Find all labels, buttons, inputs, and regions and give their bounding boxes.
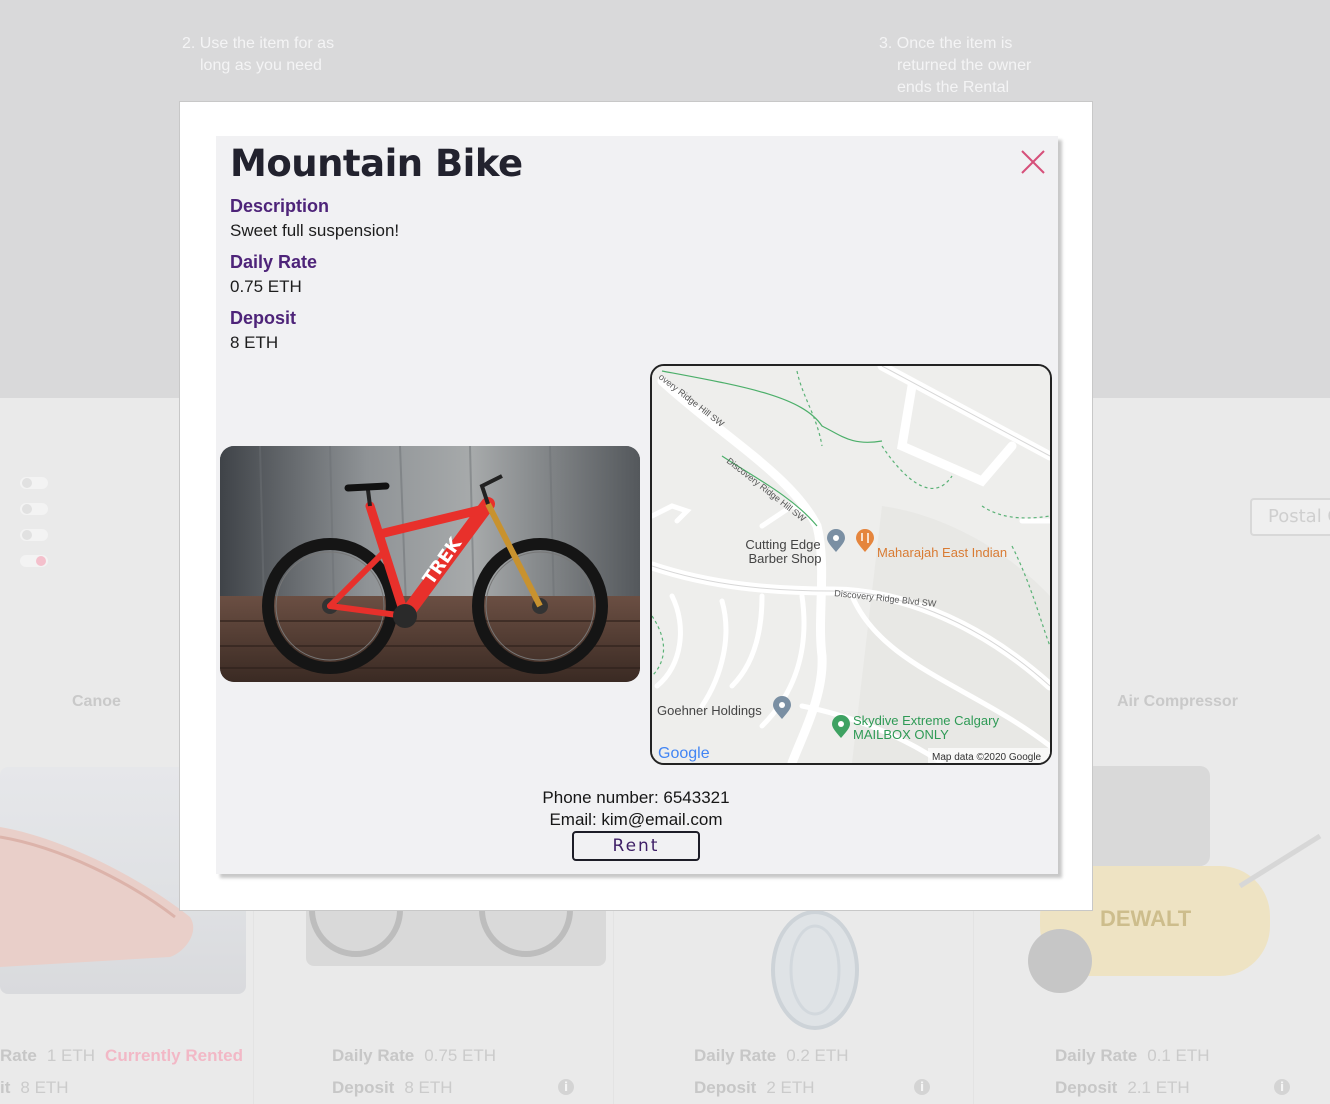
info-icon[interactable]: i	[558, 1079, 574, 1095]
svg-text:Cutting Edge: Cutting Edge	[745, 537, 820, 552]
close-button[interactable]	[1019, 148, 1047, 176]
rope-icon	[771, 910, 859, 1030]
postal-code-input[interactable]: Postal C	[1250, 498, 1330, 536]
svg-text:Maharajah East Indian: Maharajah East Indian	[877, 545, 1007, 560]
svg-text:DEWALT: DEWALT	[1100, 906, 1192, 931]
rent-button[interactable]: Rent	[572, 831, 700, 861]
svg-text:Goehner Holdings: Goehner Holdings	[657, 703, 762, 718]
filter-toggle[interactable]	[20, 503, 48, 515]
info-icon[interactable]: i	[914, 1079, 930, 1095]
location-map[interactable]: overy Ridge Hill SW Discovery Ridge Hill…	[650, 364, 1052, 765]
step-3-text: 3. Once the item is returned the owner e…	[879, 35, 1032, 96]
filter-toggle[interactable]	[20, 477, 48, 489]
info-icon[interactable]: i	[1274, 1079, 1290, 1095]
item-title: Mountain Bike	[230, 142, 523, 185]
description-label: Description	[230, 196, 330, 216]
card-deposit: it 8 ETH	[0, 1078, 69, 1097]
card-title: Air Compressor	[1117, 693, 1238, 710]
card-deposit: Deposit 2.1 ETH	[1055, 1078, 1190, 1097]
map-attribution: Map data ©2020 Google	[932, 752, 1042, 763]
owner-phone: Phone number: 6543321	[542, 788, 730, 807]
card-rate: Daily Rate 0.1 ETH	[1055, 1046, 1210, 1065]
svg-text:Barber Shop: Barber Shop	[749, 551, 822, 566]
filter-toggle[interactable]	[20, 555, 48, 567]
map-canvas: overy Ridge Hill SW Discovery Ridge Hill…	[652, 366, 1050, 763]
owner-email: Email: kim@email.com	[549, 810, 723, 829]
card-deposit: Deposit 8 ETH	[332, 1078, 453, 1097]
card-title: Canoe	[72, 693, 121, 710]
card-rate: Rate 1 ETH Currently Rented	[0, 1046, 243, 1065]
card-rate: Daily Rate 0.2 ETH	[694, 1046, 849, 1065]
description-value: Sweet full suspension!	[230, 221, 400, 240]
deposit-label: Deposit	[230, 308, 297, 328]
mountain-bike-image: TREK	[220, 446, 640, 682]
card-deposit: Deposit 2 ETH	[694, 1078, 815, 1097]
svg-text:Skydive Extreme Calgary: Skydive Extreme Calgary	[853, 713, 999, 728]
svg-text:MAILBOX ONLY: MAILBOX ONLY	[853, 727, 949, 742]
deposit-value: 8 ETH	[230, 333, 279, 352]
daily-rate-label: Daily Rate	[230, 252, 318, 272]
daily-rate-value: 0.75 ETH	[230, 277, 302, 296]
item-photo: TREK	[220, 446, 640, 682]
step-2-text: 2. Use the item for as long as you need	[182, 35, 335, 74]
google-logo: Google	[658, 745, 710, 762]
card-rate: Daily Rate 0.75 ETH	[332, 1046, 497, 1065]
filter-toggle[interactable]	[20, 529, 48, 541]
close-icon	[1021, 150, 1045, 174]
